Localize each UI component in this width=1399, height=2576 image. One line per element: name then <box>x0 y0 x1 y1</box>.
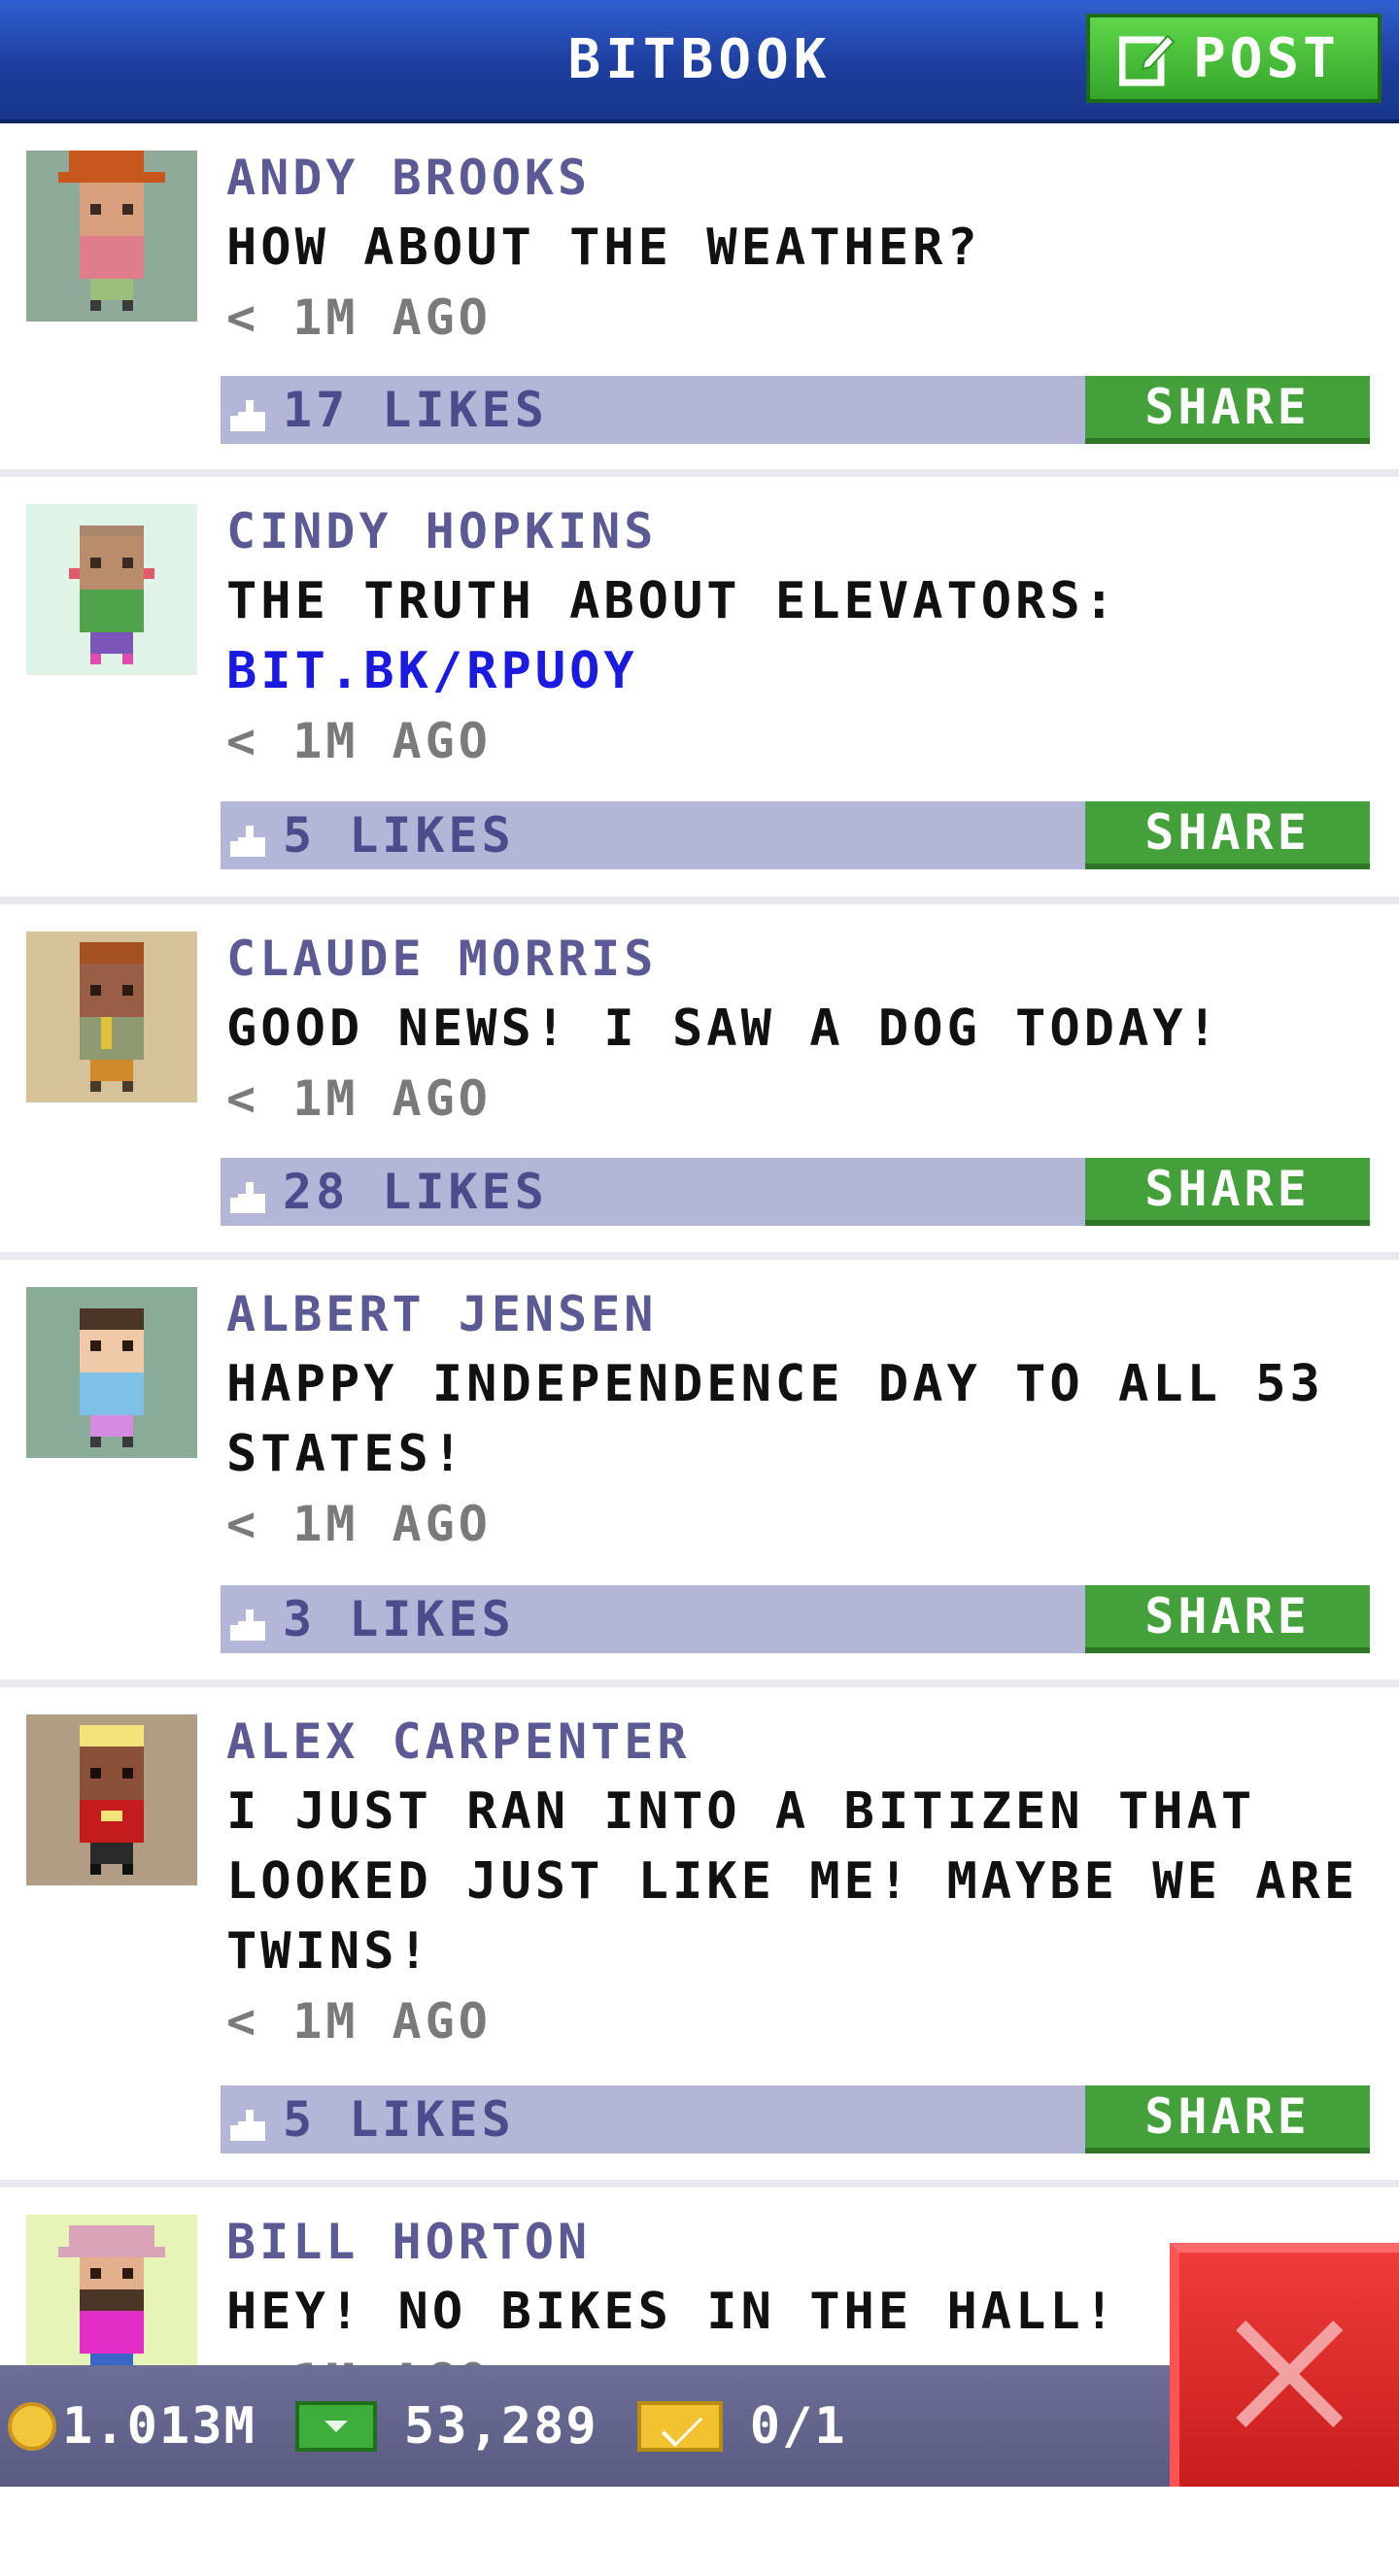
bux-icon <box>294 2400 377 2452</box>
thumbs-up-icon <box>230 390 269 431</box>
post-feed[interactable]: ANDY BROOKS HOW ABOUT THE WEATHER? < 1M … <box>0 123 1399 2576</box>
like-button[interactable]: 28 LIKES <box>230 1158 548 1226</box>
post-content: ALEX CARPENTER I JUST RAN INTO A BITIZEN… <box>226 1707 1370 2056</box>
post-button-label: POST <box>1193 26 1340 90</box>
avatar[interactable] <box>26 1714 197 1885</box>
post-author[interactable]: ALBERT JENSEN <box>226 1279 1370 1349</box>
thumbs-up-icon <box>230 1600 269 1641</box>
avatar[interactable] <box>26 151 197 322</box>
top-bar: BITBOOK POST <box>0 0 1399 123</box>
tickets-value: 0/1 <box>749 2396 847 2456</box>
like-button[interactable]: 5 LIKES <box>230 801 515 869</box>
avatar[interactable] <box>26 932 197 1102</box>
ticket-icon <box>636 2400 723 2452</box>
post-content: CINDY HOPKINS THE TRUTH ABOUT ELEVATORS:… <box>226 496 1370 776</box>
post-link[interactable]: BIT.BK/RPUOY <box>226 636 1370 706</box>
share-button[interactable]: SHARE <box>1085 1158 1370 1226</box>
post-content: ANDY BROOKS HOW ABOUT THE WEATHER? < 1M … <box>226 143 1370 353</box>
avatar[interactable] <box>26 1287 197 1458</box>
post-content: ALBERT JENSEN HAPPY INDEPENDENCE DAY TO … <box>226 1279 1370 1559</box>
post-time: < 1M AGO <box>226 1993 492 2050</box>
post-action-bar: 17 LIKES SHARE <box>221 376 1370 444</box>
post-text: GOOD NEWS! I SAW A DOG TODAY! <box>226 1000 1221 1058</box>
coins-value: 1.013M <box>62 2396 256 2456</box>
thumbs-up-icon <box>230 1172 269 1213</box>
post-text: I JUST RAN INTO A BITIZEN THAT LOOKED JU… <box>226 1782 1359 1981</box>
coin-icon <box>8 2401 56 2451</box>
post-author[interactable]: ANDY BROOKS <box>226 143 1370 213</box>
like-count: 3 LIKES <box>283 1591 515 1647</box>
post-text: HOW ABOUT THE WEATHER? <box>226 219 981 277</box>
post-content: CLAUDE MORRIS GOOD NEWS! I SAW A DOG TOD… <box>226 924 1370 1134</box>
compose-icon <box>1118 30 1176 86</box>
share-button[interactable]: SHARE <box>1085 1585 1370 1653</box>
post-action-bar: 28 LIKES SHARE <box>221 1158 1370 1226</box>
like-button[interactable]: 5 LIKES <box>230 2085 515 2153</box>
post-action-bar: 3 LIKES SHARE <box>221 1585 1370 1653</box>
post-time: < 1M AGO <box>226 713 492 769</box>
avatar[interactable] <box>26 2215 197 2386</box>
post-time: < 1M AGO <box>226 1496 492 1552</box>
share-button[interactable]: SHARE <box>1085 376 1370 444</box>
thumbs-up-icon <box>230 816 269 857</box>
post-author[interactable]: CINDY HOPKINS <box>226 496 1370 566</box>
post-text: HAPPY INDEPENDENCE DAY TO ALL 53 STATES! <box>226 1355 1324 1483</box>
like-count: 17 LIKES <box>283 382 548 438</box>
avatar[interactable] <box>26 504 197 675</box>
coins-stat: 1.013M <box>0 2397 256 2456</box>
like-button[interactable]: 17 LIKES <box>230 376 548 444</box>
thumbs-up-icon <box>230 2100 269 2141</box>
post-item: CLAUDE MORRIS GOOD NEWS! I SAW A DOG TOD… <box>0 904 1399 1260</box>
bux-value: 53,289 <box>403 2396 598 2456</box>
close-button[interactable] <box>1170 2243 1399 2487</box>
post-action-bar: 5 LIKES SHARE <box>221 801 1370 869</box>
post-time: < 1M AGO <box>226 1070 492 1127</box>
post-action-bar: 5 LIKES SHARE <box>221 2085 1370 2153</box>
share-button[interactable]: SHARE <box>1085 801 1370 869</box>
bux-stat: 53,289 <box>294 2396 598 2456</box>
like-button[interactable]: 3 LIKES <box>230 1585 515 1653</box>
post-item: ANDY BROOKS HOW ABOUT THE WEATHER? < 1M … <box>0 123 1399 477</box>
post-item: CINDY HOPKINS THE TRUTH ABOUT ELEVATORS:… <box>0 477 1399 904</box>
post-author[interactable]: ALEX CARPENTER <box>226 1707 1370 1777</box>
close-icon <box>1236 2321 1343 2427</box>
post-time: < 1M AGO <box>226 289 492 346</box>
like-count: 5 LIKES <box>283 2091 515 2148</box>
share-button[interactable]: SHARE <box>1085 2085 1370 2153</box>
post-text: THE TRUTH ABOUT ELEVATORS: <box>226 572 1118 630</box>
tickets-stat: 0/1 <box>636 2396 847 2456</box>
like-count: 5 LIKES <box>283 807 515 864</box>
like-count: 28 LIKES <box>283 1164 548 1220</box>
post-button[interactable]: POST <box>1086 14 1382 103</box>
post-author[interactable]: CLAUDE MORRIS <box>226 924 1370 994</box>
post-item: ALEX CARPENTER I JUST RAN INTO A BITIZEN… <box>0 1687 1399 2187</box>
post-item: ALBERT JENSEN HAPPY INDEPENDENCE DAY TO … <box>0 1260 1399 1687</box>
